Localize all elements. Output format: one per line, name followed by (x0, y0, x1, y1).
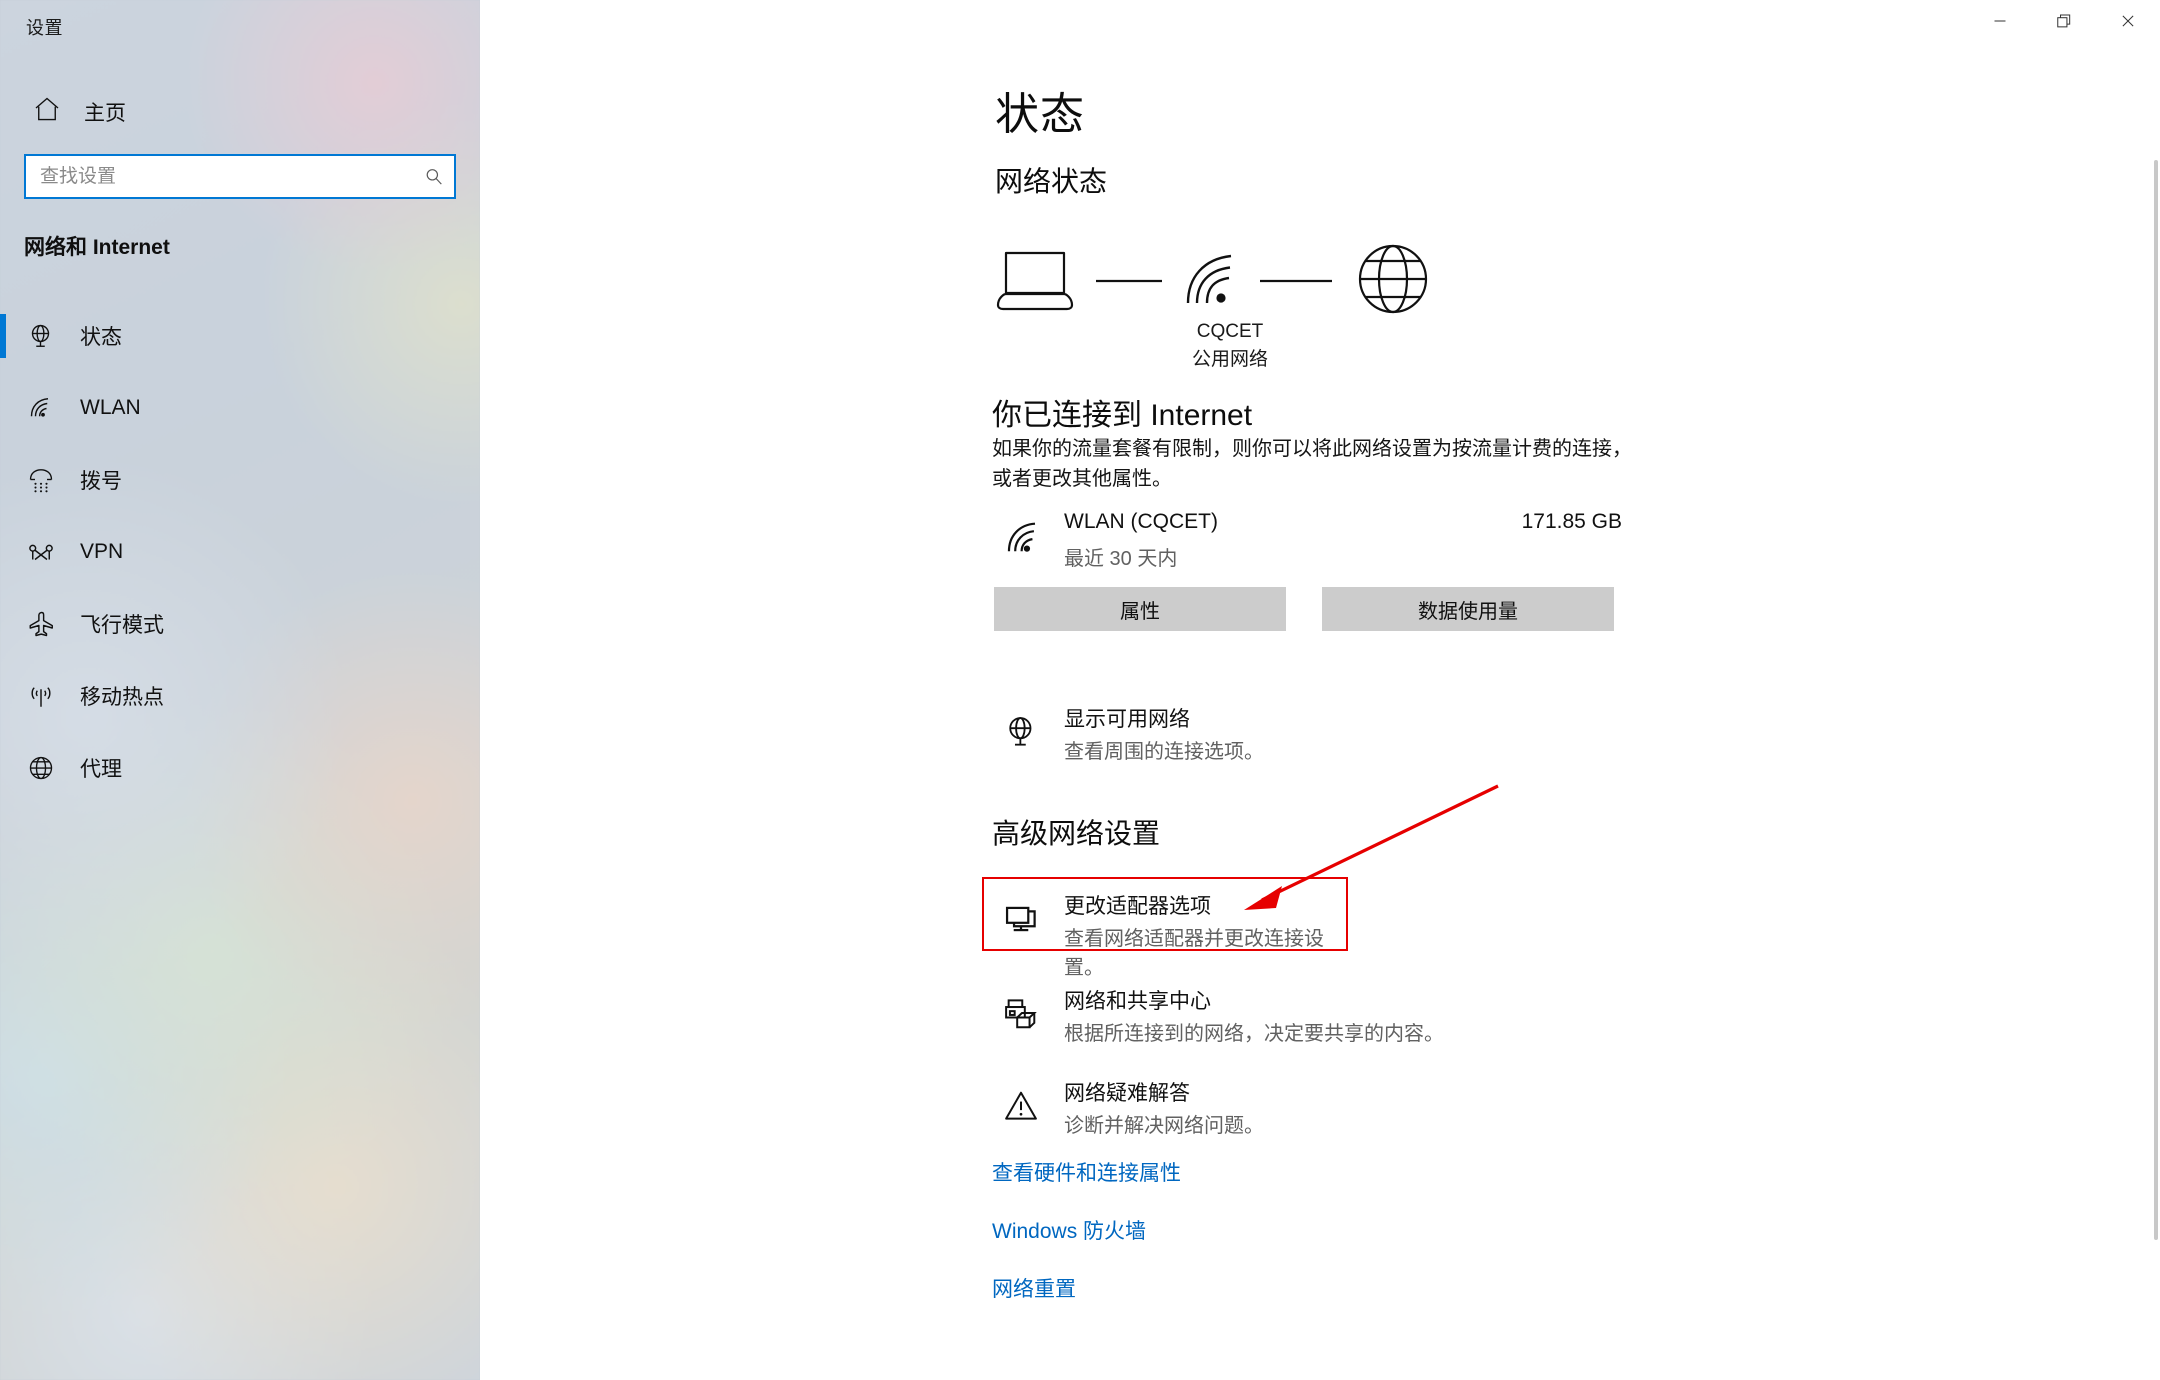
sidebar-item-proxy-label: 代理 (80, 753, 122, 783)
change-adapter-options-item[interactable]: 更改适配器选项 查看网络适配器并更改连接设置。 (992, 890, 1352, 964)
sidebar-nav: 状态 WLAN (0, 300, 480, 804)
show-available-networks-subtitle: 查看周围的连接选项。 (1064, 735, 1264, 764)
window-title: 设置 (26, 14, 63, 40)
dialup-icon (24, 463, 58, 497)
close-icon (2117, 10, 2139, 35)
vertical-scrollbar[interactable] (2152, 0, 2160, 1380)
minimize-button[interactable] (1968, 0, 2032, 44)
sidebar-item-dialup[interactable]: 拨号 (0, 444, 480, 516)
proxy-globe-icon (24, 751, 58, 785)
network-troubleshooter-title: 网络疑难解答 (1064, 1077, 1190, 1107)
network-type: 公用网络 (1120, 346, 1340, 374)
sidebar-item-airplane-mode-label: 飞行模式 (80, 609, 164, 639)
search-icon[interactable] (414, 156, 454, 197)
properties-button[interactable]: 属性 (994, 587, 1286, 631)
sidebar-item-home[interactable]: 主页 (24, 88, 134, 135)
sidebar-item-home-label: 主页 (84, 97, 126, 127)
restore-icon (2053, 10, 2075, 35)
wifi-icon (24, 391, 58, 425)
usage-amount: 171.85 GB (1522, 510, 1622, 534)
sidebar-item-status[interactable]: 状态 (0, 300, 480, 372)
data-usage-summary: WLAN (CQCET) 最近 30 天内 171.85 GB (992, 508, 1622, 574)
show-available-networks-item[interactable]: 显示可用网络 查看周围的连接选项。 (992, 703, 1632, 777)
settings-window: 设置 主页 网络和 Inte (0, 0, 2160, 1380)
main-content: 状态 网络状态 获取帮助 (480, 0, 2160, 1380)
wifi-icon (1002, 516, 1046, 565)
windows-firewall-link[interactable]: Windows 防火墙 (992, 1215, 1146, 1245)
search-input[interactable] (26, 156, 414, 197)
network-status-icon (24, 319, 58, 353)
usage-network-name: WLAN (CQCET) (1064, 510, 1218, 534)
laptop-icon (998, 253, 1072, 309)
restore-button[interactable] (2032, 0, 2096, 44)
network-sharing-center-item[interactable]: 网络和共享中心 根据所连接到的网络，决定要共享的内容。 (992, 985, 1632, 1059)
close-button[interactable] (2096, 0, 2160, 44)
scrollbar-thumb[interactable] (2154, 160, 2158, 1240)
airplane-icon (24, 607, 58, 641)
network-troubleshooter-subtitle: 诊断并解决网络问题。 (1064, 1109, 1264, 1138)
page-title: 状态 (995, 78, 1085, 142)
view-hardware-properties-link[interactable]: 查看硬件和连接属性 (992, 1157, 1181, 1187)
monitor-icon (1000, 898, 1042, 940)
change-adapter-options-title: 更改适配器选项 (1064, 890, 1211, 920)
hotspot-icon (24, 679, 58, 713)
network-reset-link[interactable]: 网络重置 (992, 1273, 1076, 1303)
sidebar-item-mobile-hotspot-label: 移动热点 (80, 681, 164, 711)
section-heading-network-status: 网络状态 (995, 160, 1107, 200)
window-controls (1968, 0, 2160, 44)
usage-period: 最近 30 天内 (1064, 542, 1177, 571)
change-adapter-options-subtitle: 查看网络适配器并更改连接设置。 (1064, 922, 1352, 980)
section-heading-advanced-network-settings: 高级网络设置 (992, 812, 1160, 852)
globe-icon (1360, 246, 1426, 312)
network-sharing-center-title: 网络和共享中心 (1064, 985, 1211, 1015)
minimize-icon (1989, 10, 2011, 35)
network-sharing-center-subtitle: 根据所连接到的网络，决定要共享的内容。 (1064, 1017, 1444, 1046)
sidebar-item-vpn[interactable]: VPN (0, 516, 480, 588)
connection-status-title: 你已连接到 Internet (992, 390, 1252, 434)
vpn-icon (24, 535, 58, 569)
home-icon (32, 94, 62, 129)
sidebar-item-proxy[interactable]: 代理 (0, 732, 480, 804)
network-status-icon (1000, 711, 1042, 753)
network-name: CQCET (1120, 318, 1340, 346)
search-box[interactable] (24, 154, 456, 199)
connection-status-description: 如果你的流量套餐有限制，则你可以将此网络设置为按流量计费的连接，或者更改其他属性… (992, 434, 1632, 494)
sidebar-category-title: 网络和 Internet (24, 231, 170, 261)
sidebar-item-mobile-hotspot[interactable]: 移动热点 (0, 660, 480, 732)
network-diagram-caption: CQCET 公用网络 (1120, 318, 1340, 373)
warning-triangle-icon (1000, 1085, 1042, 1127)
sidebar-item-wlan[interactable]: WLAN (0, 372, 480, 444)
sidebar-item-dialup-label: 拨号 (80, 465, 122, 495)
show-available-networks-title: 显示可用网络 (1064, 703, 1190, 733)
sidebar-item-status-label: 状态 (80, 321, 122, 351)
sidebar-item-vpn-label: VPN (80, 540, 123, 564)
sidebar: 设置 主页 网络和 Inte (0, 0, 480, 1380)
sidebar-item-airplane-mode[interactable]: 飞行模式 (0, 588, 480, 660)
network-troubleshooter-item[interactable]: 网络疑难解答 诊断并解决网络问题。 (992, 1077, 1632, 1151)
sidebar-item-wlan-label: WLAN (80, 396, 141, 420)
data-usage-button[interactable]: 数据使用量 (1322, 587, 1614, 631)
wifi-icon-diagram (1188, 256, 1231, 303)
sharing-icon (1000, 993, 1042, 1035)
